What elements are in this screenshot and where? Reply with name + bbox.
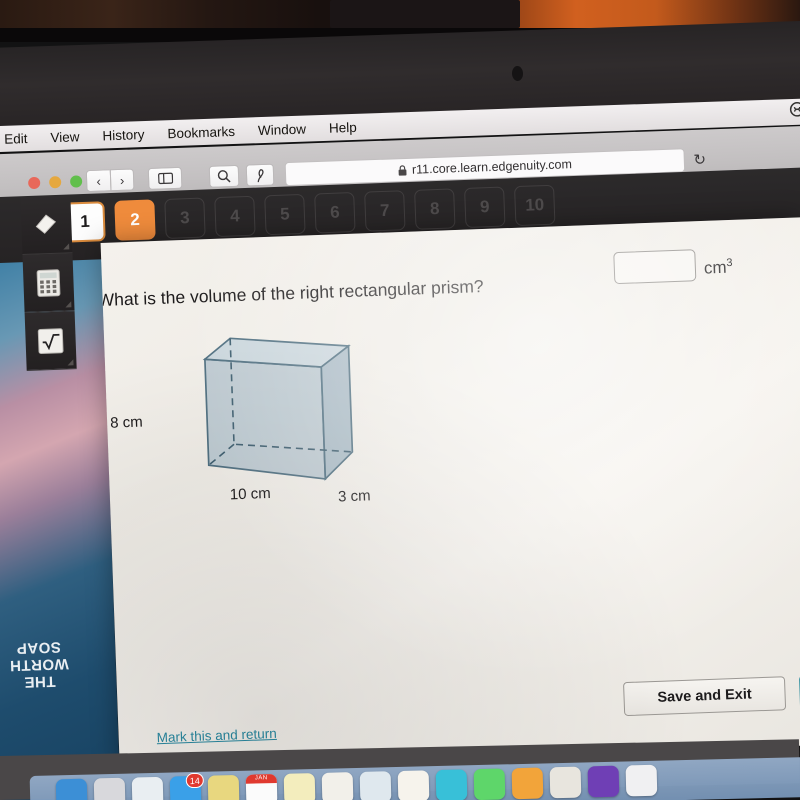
question-tab-7[interactable]: 7: [364, 190, 406, 232]
calendar-month-label: JAN: [245, 773, 277, 784]
dock-icon-numbers[interactable]: [549, 766, 582, 799]
tool-rail: [20, 195, 83, 397]
question-prompt: What is the volume of the right rectangu…: [100, 276, 484, 311]
forward-button[interactable]: ›: [109, 168, 135, 192]
lesson-content-page: What is the volume of the right rectangu…: [100, 217, 800, 771]
window-traffic-lights: [27, 175, 83, 190]
url-text: r11.core.learn.edgenuity.com: [411, 157, 573, 177]
reload-button[interactable]: ↻: [689, 149, 710, 170]
unit-text: cm: [703, 257, 727, 278]
sidebar-toggle-button[interactable]: [147, 166, 183, 190]
dock-icon-launchpad[interactable]: [93, 777, 126, 800]
question-tab-2[interactable]: 2: [114, 199, 156, 241]
unit-label: cm3: [703, 248, 733, 284]
dock-icon-app-store[interactable]: [625, 764, 658, 797]
calculator-icon: [36, 268, 61, 297]
dock-icon-photos[interactable]: [397, 770, 430, 800]
dock-badge: 14: [185, 772, 204, 789]
prism-figure: 8 cm 10 cm 3 cm: [110, 318, 409, 517]
dock-icon-pages[interactable]: [511, 767, 544, 800]
formula-tool-button[interactable]: [24, 311, 77, 371]
menu-item-bookmarks[interactable]: Bookmarks: [167, 123, 235, 140]
question-tab-9[interactable]: 9: [464, 186, 506, 228]
search-icon: [217, 170, 231, 183]
sidebar-icon: [157, 172, 173, 185]
pen-icon: [257, 168, 264, 182]
dock-icon-mail[interactable]: 14: [169, 772, 204, 800]
square-root-icon: [37, 327, 64, 354]
depth-label: 3 cm: [337, 487, 371, 506]
dock-icon-contacts[interactable]: [321, 772, 354, 800]
dock-icon-messages[interactable]: [473, 768, 506, 800]
menu-item-help[interactable]: Help: [329, 119, 357, 135]
save-and-exit-button[interactable]: Save and Exit: [623, 676, 787, 717]
eraser-tool-button[interactable]: [20, 195, 73, 256]
cloth-logo-text: THE WORTH SOAP: [9, 638, 70, 691]
dock-icon-keynote[interactable]: [587, 765, 620, 798]
close-button[interactable]: [27, 176, 41, 190]
minimize-button[interactable]: [48, 176, 62, 189]
dock-icon-notes[interactable]: [207, 774, 240, 800]
lock-icon: [398, 164, 407, 176]
question-tab-6[interactable]: 6: [314, 192, 356, 234]
chevron-right-icon: ›: [119, 172, 125, 188]
question-tab-10[interactable]: 10: [514, 184, 556, 227]
prism-right-face: [320, 344, 354, 481]
dock-icon-maps[interactable]: [359, 771, 392, 800]
eraser-icon: [35, 213, 57, 234]
prism-front-face: [204, 358, 327, 480]
question-tab-4[interactable]: 4: [214, 195, 256, 238]
calculator-tool-button[interactable]: [22, 253, 75, 314]
dock-icon-itunes[interactable]: [435, 769, 468, 800]
height-label: 8 cm: [109, 413, 143, 432]
menu-item-edit[interactable]: Edit: [4, 131, 28, 147]
room-shelf-object: [330, 0, 520, 28]
answer-input[interactable]: [613, 249, 697, 285]
photographed-scene: THE WORTH SOAP Edit View History Bookmarks…: [0, 0, 800, 800]
reload-icon: ↻: [693, 151, 707, 169]
creative-cloud-icon[interactable]: [789, 102, 800, 118]
question-tab-5[interactable]: 5: [264, 193, 306, 236]
unit-exponent: 3: [726, 256, 733, 270]
markup-pen-button[interactable]: [245, 163, 275, 187]
question-tab-3[interactable]: 3: [164, 197, 206, 239]
chevron-left-icon: ‹: [96, 173, 102, 189]
dock-icon-calendar[interactable]: JAN: [245, 773, 278, 800]
dock-icon-safari[interactable]: [131, 776, 164, 800]
menu-item-view[interactable]: View: [50, 129, 80, 145]
menubar-status-icons: [789, 101, 800, 117]
mark-this-and-return-link[interactable]: Mark this and return: [156, 726, 277, 745]
menu-item-window[interactable]: Window: [258, 121, 306, 138]
back-button[interactable]: ‹: [85, 169, 111, 193]
width-label: 10 cm: [229, 484, 272, 504]
dock-icon-finder[interactable]: [55, 778, 88, 800]
dock-icon-reminders[interactable]: [283, 773, 316, 800]
menu-item-history[interactable]: History: [102, 127, 145, 143]
answer-area: cm3: [613, 248, 733, 287]
search-button[interactable]: [208, 164, 240, 188]
maximize-button[interactable]: [69, 175, 83, 188]
question-tab-8[interactable]: 8: [414, 188, 456, 230]
